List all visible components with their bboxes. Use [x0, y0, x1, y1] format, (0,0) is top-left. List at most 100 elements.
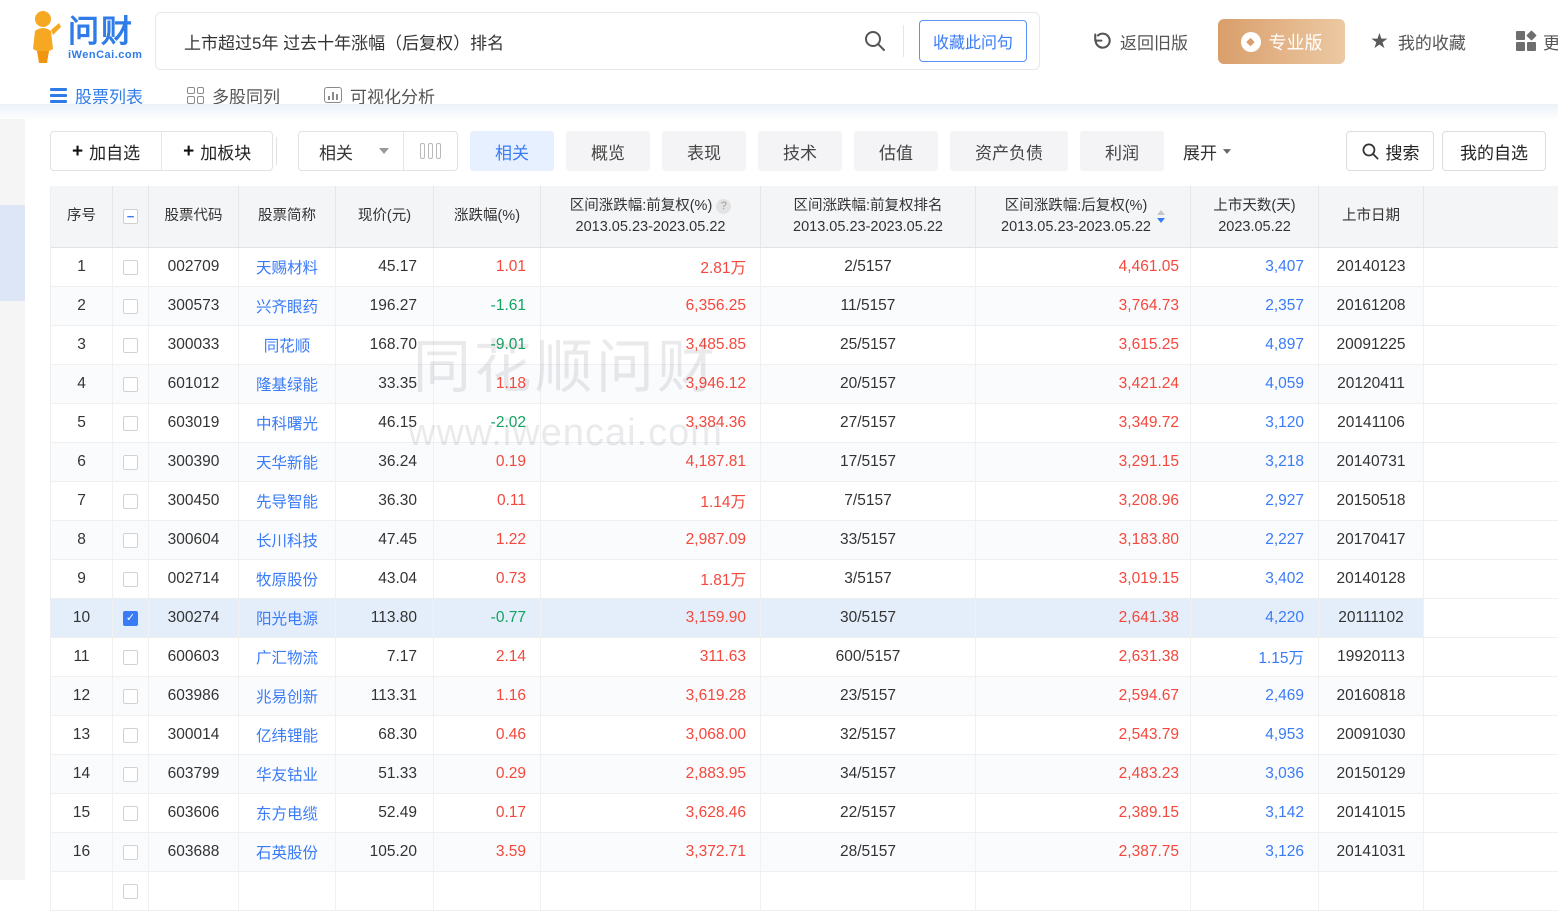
category-tab[interactable]: 技术	[758, 131, 842, 171]
stock-name-link[interactable]: 隆基绿能	[239, 365, 336, 403]
add-watchlist-button[interactable]: + 加自选	[51, 132, 161, 170]
table-row[interactable]: 7 300450 先导智能 36.30 0.11 1.14万 7/5157 3,…	[51, 482, 1558, 521]
category-tab[interactable]: 相关	[470, 131, 554, 171]
column-preset-dropdown[interactable]: 相关	[299, 132, 403, 170]
favorite-question-button[interactable]: 收藏此问句	[919, 20, 1027, 62]
category-tab[interactable]: 概览	[566, 131, 650, 171]
col-header-range-hfq[interactable]: 区间涨跌幅:后复权(%) 2013.05.23-2023.05.22	[976, 186, 1191, 247]
left-rail-handle[interactable]	[0, 205, 25, 301]
stock-name-link[interactable]: 先导智能	[239, 482, 336, 520]
stock-name-link[interactable]: 同花顺	[239, 326, 336, 364]
search-icon[interactable]	[863, 29, 887, 53]
table-row[interactable]: 5 603019 中科曙光 46.15 -2.02 3,384.36 27/51…	[51, 404, 1558, 443]
stock-name-link[interactable]: 牧原股份	[239, 560, 336, 598]
more-apps-button[interactable]: 更	[1516, 0, 1558, 82]
add-board-button[interactable]: + 加板块	[161, 132, 272, 170]
row-checkbox[interactable]	[123, 260, 138, 275]
stock-name-link[interactable]: 天华新能	[239, 443, 336, 481]
col-header-range-rank[interactable]: 区间涨跌幅:前复权排名 2013.05.23-2023.05.22	[761, 186, 976, 247]
table-search-button[interactable]: 搜索	[1346, 131, 1434, 171]
filler-cell	[1424, 872, 1558, 910]
listing-date: 20140128	[1319, 560, 1424, 598]
table-row[interactable]: 1 002709 天赐材料 45.17 1.01 2.81万 2/5157 4,…	[51, 248, 1558, 287]
stock-name-link[interactable]: 广汇物流	[239, 638, 336, 676]
column-settings-button[interactable]	[403, 132, 457, 170]
query-input[interactable]: 上市超过5年 过去十年涨幅（后复权）排名	[184, 29, 863, 54]
stock-name-link[interactable]: 兆易创新	[239, 677, 336, 715]
table-row[interactable]: 16 603688 石英股份 105.20 3.59 3,372.71 28/5…	[51, 833, 1558, 872]
col-header-listed-days[interactable]: 上市天数(天) 2023.05.22	[1191, 186, 1319, 247]
filler-cell	[1424, 560, 1558, 598]
row-checkbox[interactable]	[123, 416, 138, 431]
stock-name-link[interactable]: 兴齐眼药	[239, 287, 336, 325]
category-tab[interactable]: 估值	[854, 131, 938, 171]
divider	[276, 137, 277, 165]
listing-date: 20141031	[1319, 833, 1424, 871]
stock-name-link[interactable]: 东方电缆	[239, 794, 336, 832]
my-watchlist-button[interactable]: 我的自选	[1442, 131, 1546, 171]
col-header-select-all[interactable]: −	[113, 186, 149, 247]
category-tab[interactable]: 利润	[1080, 131, 1164, 171]
help-icon[interactable]: ?	[716, 199, 731, 214]
row-select-cell	[113, 443, 149, 481]
row-checkbox[interactable]	[123, 299, 138, 314]
listed-days: 3,126	[1191, 833, 1319, 871]
row-checkbox[interactable]	[123, 377, 138, 392]
table-row[interactable]: 9 002714 牧原股份 43.04 0.73 1.81万 3/5157 3,…	[51, 560, 1558, 599]
table-row[interactable]: 14 603799 华友钴业 51.33 0.29 2,883.95 34/51…	[51, 755, 1558, 794]
col-header-range-qfq[interactable]: 区间涨跌幅:前复权(%) ? 2013.05.23-2023.05.22	[541, 186, 761, 247]
row-checkbox[interactable]	[123, 689, 138, 704]
range-change-qfq: 4,187.81	[541, 443, 761, 481]
table-row[interactable]: 2 300573 兴齐眼药 196.27 -1.61 6,356.25 11/5…	[51, 287, 1558, 326]
row-index: 4	[51, 365, 113, 403]
select-all-checkbox[interactable]: −	[123, 209, 138, 224]
table-row[interactable]: 15 603606 东方电缆 52.49 0.17 3,628.46 22/51…	[51, 794, 1558, 833]
pro-version-button[interactable]: ◆ 专业版	[1218, 19, 1345, 64]
row-checkbox[interactable]	[123, 845, 138, 860]
range-change-qfq: 3,159.90	[541, 599, 761, 637]
row-select-cell	[113, 833, 149, 871]
my-favorites-button[interactable]: ★ 我的收藏	[1370, 0, 1466, 82]
stock-name-link[interactable]: 天赐材料	[239, 248, 336, 286]
table-row[interactable]: 4 601012 隆基绿能 33.35 1.18 3,946.12 20/515…	[51, 365, 1558, 404]
range-change-hfq: 3,183.80	[976, 521, 1191, 559]
row-index: 16	[51, 833, 113, 871]
category-tab[interactable]: 表现	[662, 131, 746, 171]
range-change-qfq: 3,619.28	[541, 677, 761, 715]
table-row[interactable]: 10 ✓ 300274 阳光电源 113.80 -0.77 3,159.90 3…	[51, 599, 1558, 638]
table-search-label: 搜索	[1386, 139, 1420, 164]
stock-name-link[interactable]: 亿纬锂能	[239, 716, 336, 754]
iwencai-logo[interactable]: 问财 iWenCai.com	[26, 9, 142, 67]
sort-icon[interactable]	[1157, 206, 1165, 227]
table-row[interactable]: 11 600603 广汇物流 7.17 2.14 311.63 600/5157…	[51, 638, 1558, 677]
range-change-qfq: 3,372.71	[541, 833, 761, 871]
row-checkbox[interactable]	[123, 533, 138, 548]
stock-name-link[interactable]: 中科曙光	[239, 404, 336, 442]
row-checkbox[interactable]	[123, 884, 138, 899]
row-checkbox[interactable]: ✓	[123, 611, 138, 626]
table-row[interactable]: 8 300604 长川科技 47.45 1.22 2,987.09 33/515…	[51, 521, 1558, 560]
row-checkbox[interactable]	[123, 494, 138, 509]
range-change-hfq: 2,641.38	[976, 599, 1191, 637]
table-row[interactable]: 6 300390 天华新能 36.24 0.19 4,187.81 17/515…	[51, 443, 1558, 482]
table-row[interactable]: 13 300014 亿纬锂能 68.30 0.46 3,068.00 32/51…	[51, 716, 1558, 755]
table-row[interactable]: 12 603986 兆易创新 113.31 1.16 3,619.28 23/5…	[51, 677, 1558, 716]
row-checkbox[interactable]	[123, 728, 138, 743]
category-tab[interactable]: 资产负债	[950, 131, 1068, 171]
row-checkbox[interactable]	[123, 455, 138, 470]
change-percent: 0.46	[434, 716, 541, 754]
stock-name-link[interactable]: 长川科技	[239, 521, 336, 559]
row-checkbox[interactable]	[123, 338, 138, 353]
row-checkbox[interactable]	[123, 572, 138, 587]
row-checkbox[interactable]	[123, 650, 138, 665]
expand-button[interactable]: 展开	[1183, 131, 1232, 171]
stock-name-link[interactable]: 石英股份	[239, 833, 336, 871]
row-checkbox[interactable]	[123, 806, 138, 821]
back-to-old-version-button[interactable]: 返回旧版	[1090, 0, 1188, 82]
table-row[interactable]: 3 300033 同花顺 168.70 -9.01 3,485.85 25/51…	[51, 326, 1558, 365]
stock-name-link[interactable]	[239, 872, 336, 910]
stock-name-link[interactable]: 阳光电源	[239, 599, 336, 637]
row-checkbox[interactable]	[123, 767, 138, 782]
table-row[interactable]	[51, 872, 1558, 911]
stock-name-link[interactable]: 华友钴业	[239, 755, 336, 793]
